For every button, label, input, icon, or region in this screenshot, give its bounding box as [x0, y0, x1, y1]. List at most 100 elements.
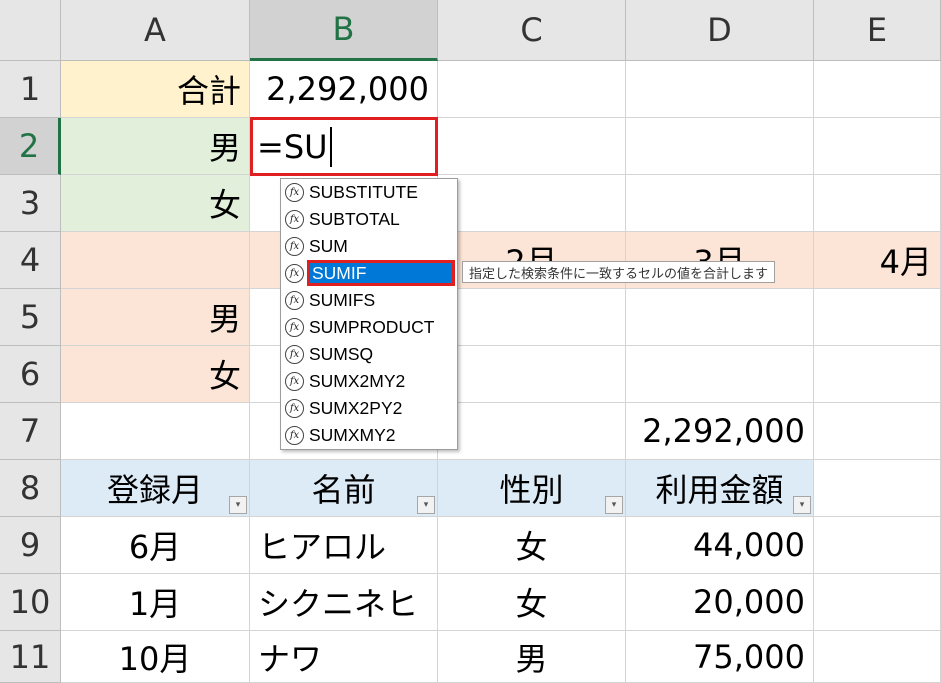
cell-e2[interactable]: [814, 118, 941, 175]
table-row-cell[interactable]: 75,000: [626, 631, 814, 683]
cell-d3[interactable]: [626, 175, 814, 232]
cell-d5[interactable]: [626, 289, 814, 346]
filter-dropdown-icon[interactable]: ▾: [605, 496, 623, 514]
table-row-cell[interactable]: ヒアロル: [250, 517, 438, 574]
table-row-cell[interactable]: 男: [438, 631, 626, 683]
table-row-cell[interactable]: 1月: [61, 574, 250, 631]
cell-e10[interactable]: [814, 574, 941, 631]
column-header-b[interactable]: B: [250, 0, 438, 61]
cell-a7[interactable]: [61, 403, 250, 460]
row-header-10[interactable]: 10: [0, 574, 61, 631]
column-header-c[interactable]: C: [438, 0, 626, 61]
cell-d1[interactable]: [626, 61, 814, 118]
cell-c6[interactable]: [438, 346, 626, 403]
autocomplete-item[interactable]: fx SUBTOTAL: [283, 206, 455, 232]
cell-d7[interactable]: 2,292,000: [626, 403, 814, 460]
formula-text: =SU: [257, 127, 328, 166]
table-header-name[interactable]: 名前 ▾: [250, 460, 438, 517]
column-header-e[interactable]: E: [814, 0, 941, 61]
autocomplete-item[interactable]: fx SUMPRODUCT: [283, 314, 455, 340]
cell-c3[interactable]: [438, 175, 626, 232]
cell-a5[interactable]: 男: [61, 289, 250, 346]
autocomplete-item[interactable]: fx SUMXMY2: [283, 422, 455, 448]
autocomplete-item[interactable]: fx SUMX2PY2: [283, 395, 455, 421]
autocomplete-item-label: SUMSQ: [309, 343, 374, 364]
cell-e5[interactable]: [814, 289, 941, 346]
cell-e9[interactable]: [814, 517, 941, 574]
function-icon: fx: [285, 371, 304, 391]
filter-dropdown-icon[interactable]: ▾: [417, 496, 435, 514]
function-icon: fx: [285, 236, 304, 256]
table-row-cell[interactable]: 女: [438, 574, 626, 631]
cell-c5[interactable]: [438, 289, 626, 346]
row-header-2[interactable]: 2: [0, 118, 61, 175]
row-header-9[interactable]: 9: [0, 517, 61, 574]
function-icon: fx: [285, 182, 304, 202]
table-header-label: 登録月: [106, 471, 203, 509]
cell-e1[interactable]: [814, 61, 941, 118]
cell-c1[interactable]: [438, 61, 626, 118]
autocomplete-item-label: SUMX2MY2: [309, 370, 406, 391]
cell-b1[interactable]: 2,292,000: [250, 61, 438, 118]
row-header-3[interactable]: 3: [0, 175, 61, 232]
function-icon: fx: [285, 317, 304, 337]
table-row-cell[interactable]: 20,000: [626, 574, 814, 631]
autocomplete-item-label: SUMIFS: [309, 289, 376, 310]
cell-e8[interactable]: [814, 460, 941, 517]
autocomplete-item-label: SUMX2PY2: [309, 397, 403, 418]
autocomplete-item-label: SUBTOTAL: [309, 208, 400, 229]
table-header-gender[interactable]: 性別 ▾: [438, 460, 626, 517]
cell-e3[interactable]: [814, 175, 941, 232]
cell-e7[interactable]: [814, 403, 941, 460]
function-description-tooltip: 指定した検索条件に一致するセルの値を合計します: [462, 261, 776, 283]
row-header-1[interactable]: 1: [0, 61, 61, 118]
table-header-usage-amount[interactable]: 利用金額 ▾: [626, 460, 814, 517]
row-header-6[interactable]: 6: [0, 346, 61, 403]
row-header-8[interactable]: 8: [0, 460, 61, 517]
autocomplete-item-label: SUMIF: [307, 260, 455, 286]
cell-c2[interactable]: [438, 118, 626, 175]
cell-d2[interactable]: [626, 118, 814, 175]
cell-e11[interactable]: [814, 631, 941, 683]
table-row-cell[interactable]: 6月: [61, 517, 250, 574]
autocomplete-item[interactable]: fx SUMX2MY2: [283, 368, 455, 394]
autocomplete-item-selected[interactable]: fx SUMIF: [283, 260, 455, 286]
table-row-cell[interactable]: ナワ: [250, 631, 438, 683]
table-header-label: 利用金額: [655, 471, 784, 509]
cell-a6[interactable]: 女: [61, 346, 250, 403]
cell-c7[interactable]: [438, 403, 626, 460]
function-icon: fx: [285, 344, 304, 364]
table-row-cell[interactable]: シクニネヒ: [250, 574, 438, 631]
cell-e4[interactable]: 4月: [814, 232, 941, 289]
column-header-d[interactable]: D: [626, 0, 814, 61]
cell-a4[interactable]: [61, 232, 250, 289]
row-header-7[interactable]: 7: [0, 403, 61, 460]
table-row-cell[interactable]: 女: [438, 517, 626, 574]
cell-a1[interactable]: 合計: [61, 61, 250, 118]
cell-a2[interactable]: 男: [61, 118, 250, 175]
autocomplete-item[interactable]: fx SUMIFS: [283, 287, 455, 313]
filter-dropdown-icon[interactable]: ▾: [229, 496, 247, 514]
column-header-a[interactable]: A: [61, 0, 250, 61]
cell-d6[interactable]: [626, 346, 814, 403]
cell-a3[interactable]: 女: [61, 175, 250, 232]
row-header-11[interactable]: 11: [0, 631, 61, 683]
select-all-corner[interactable]: [0, 0, 61, 61]
cell-e6[interactable]: [814, 346, 941, 403]
function-autocomplete-list[interactable]: fx SUBSTITUTE fx SUBTOTAL fx SUM fx SUMI…: [280, 178, 458, 450]
active-cell-editor-b2[interactable]: =SU: [250, 117, 438, 176]
autocomplete-item-label: SUM: [309, 235, 348, 256]
function-icon: fx: [285, 209, 304, 229]
autocomplete-item-label: SUMPRODUCT: [309, 316, 435, 337]
row-header-4[interactable]: 4: [0, 232, 61, 289]
table-row-cell[interactable]: 10月: [61, 631, 250, 683]
autocomplete-item[interactable]: fx SUM: [283, 233, 455, 259]
autocomplete-item[interactable]: fx SUMSQ: [283, 341, 455, 367]
table-row-cell[interactable]: 44,000: [626, 517, 814, 574]
row-header-5[interactable]: 5: [0, 289, 61, 346]
autocomplete-item[interactable]: fx SUBSTITUTE: [283, 179, 455, 205]
filter-dropdown-icon[interactable]: ▾: [793, 496, 811, 514]
function-icon: fx: [285, 398, 304, 418]
autocomplete-item-label: SUMXMY2: [309, 424, 396, 445]
table-header-registration-month[interactable]: 登録月 ▾: [61, 460, 250, 517]
